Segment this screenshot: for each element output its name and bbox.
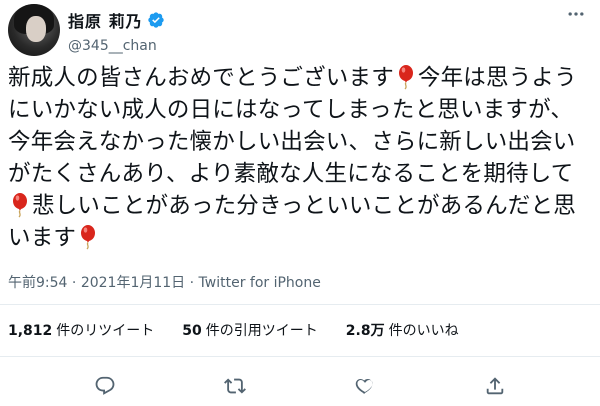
tweet-meta: 午前9:54 · 2021年1月11日 · Twitter for iPhone: [8, 272, 321, 292]
avatar-face: [26, 16, 46, 42]
quotes-stat[interactable]: 50 件の引用ツイート: [182, 320, 317, 340]
likes-label: 件のいいね: [388, 323, 459, 339]
avatar[interactable]: [8, 4, 60, 56]
user-handle[interactable]: @345__chan: [68, 38, 165, 54]
retweet-button[interactable]: [215, 366, 255, 406]
tweet-actions: [0, 366, 600, 406]
tweet-text-segment: 新成人の皆さんおめでとうございます: [8, 65, 394, 91]
tweet-date[interactable]: 2021年1月11日: [81, 275, 185, 291]
tweet-time[interactable]: 午前9:54: [8, 275, 67, 291]
balloon-emoji-icon: [398, 65, 413, 90]
verified-badge-icon: [147, 12, 164, 28]
like-button[interactable]: [345, 366, 385, 406]
share-button[interactable]: [475, 366, 515, 406]
quotes-label: 件の引用ツイート: [205, 323, 318, 339]
meta-separator: ·: [185, 275, 199, 291]
likes-count: 2.8万: [345, 323, 385, 339]
retweets-count: 1,812: [8, 323, 53, 339]
likes-stat[interactable]: 2.8万 件のいいね: [346, 320, 459, 340]
display-name[interactable]: 指原 莉乃: [68, 8, 143, 32]
divider: [0, 356, 600, 357]
tweet-header: 指原 莉乃 @345__chan: [8, 4, 592, 58]
retweet-icon: [224, 378, 246, 394]
tweet-text: 新成人の皆さんおめでとうございます 今年は思うようにいかない成人の日にはなってしま…: [8, 62, 592, 254]
quotes-count: 50: [182, 323, 202, 339]
tweet-source[interactable]: Twitter for iPhone: [199, 275, 321, 291]
reply-icon: [95, 376, 115, 395]
tweet-stats: 1,812 件のリツイート 50 件の引用ツイート 2.8万 件のいいね: [8, 320, 459, 340]
retweets-label: 件のリツイート: [56, 323, 155, 339]
divider: [0, 304, 600, 305]
meta-separator: ·: [67, 275, 81, 291]
balloon-emoji-icon: [13, 193, 27, 218]
balloon-emoji-icon: [81, 225, 96, 250]
display-name-row: 指原 莉乃: [68, 8, 165, 32]
reply-button[interactable]: [85, 366, 125, 406]
share-icon: [486, 377, 504, 395]
like-icon: [355, 378, 373, 394]
retweets-stat[interactable]: 1,812 件のリツイート: [8, 320, 154, 340]
more-icon[interactable]: [564, 4, 588, 24]
user-info[interactable]: 指原 莉乃 @345__chan: [68, 8, 165, 54]
